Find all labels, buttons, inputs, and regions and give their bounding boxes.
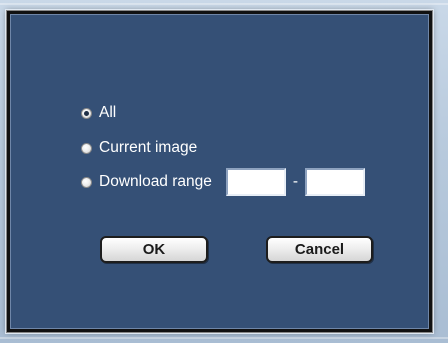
option-current-image[interactable]: Current image — [81, 135, 197, 161]
window-chrome-highlight — [0, 3, 448, 5]
option-all-label: All — [99, 104, 117, 121]
radio-download-range[interactable] — [81, 176, 92, 188]
dialog-body: All Current image Download range - OK Ca… — [10, 14, 429, 329]
option-all[interactable]: All — [81, 100, 116, 126]
option-download-range-label: Download range — [99, 173, 212, 190]
option-download-range: Download range - — [81, 168, 366, 196]
option-current-image-label: Current image — [99, 139, 198, 156]
radio-current-image[interactable] — [81, 142, 92, 154]
range-from-input[interactable] — [225, 168, 286, 196]
range-to-input[interactable] — [305, 168, 366, 196]
window-chrome-highlight — [0, 337, 448, 339]
range-separator: - — [292, 173, 299, 190]
ok-button[interactable]: OK — [100, 236, 208, 263]
radio-all[interactable] — [81, 107, 92, 119]
download-dialog: All Current image Download range - OK Ca… — [6, 10, 433, 333]
cancel-button[interactable]: Cancel — [266, 236, 373, 263]
